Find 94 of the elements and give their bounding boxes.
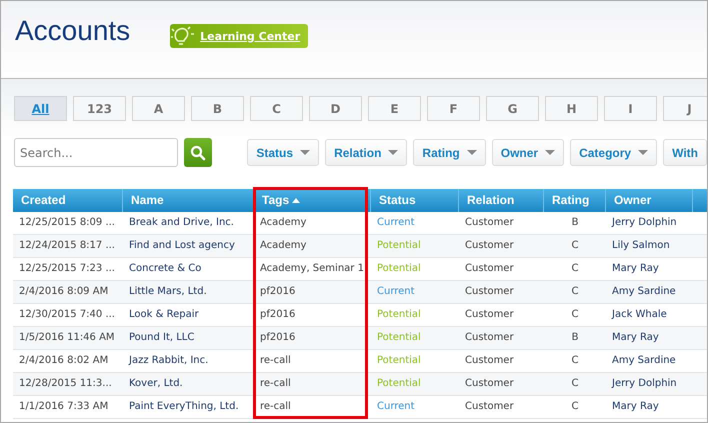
letter-tab[interactable]: B xyxy=(191,96,244,121)
table-cell-text: C xyxy=(570,285,580,299)
table-cell-text: B xyxy=(570,331,580,345)
table-cell-text: Potential xyxy=(376,377,422,391)
letter-tab[interactable]: C xyxy=(250,96,303,121)
table-cell-text: Customer xyxy=(464,262,515,276)
search-icon xyxy=(190,144,206,160)
column-header[interactable]: Status xyxy=(371,189,459,212)
table-cell-text: pf2016 xyxy=(259,285,296,299)
column-header[interactable]: Owner xyxy=(606,189,693,212)
table-cell-text: re-call xyxy=(259,354,292,368)
table-cell-text: Customer xyxy=(464,216,515,230)
table-cell-text: Mary Ray xyxy=(611,262,660,276)
table-cell-text: Academy, Seminar 1 xyxy=(259,262,365,276)
letter-tab[interactable]: J xyxy=(663,96,707,121)
table-cell-text: C xyxy=(570,400,580,414)
table-cell-text: 1/5/2016 11:46 AM xyxy=(18,331,116,345)
filter-dropdown[interactable]: With xyxy=(663,139,707,166)
table-cell-text: C xyxy=(570,308,580,322)
table-cell-text: Little Mars, Ltd. xyxy=(128,285,208,299)
letter-tab[interactable]: D xyxy=(309,96,362,121)
table-cell-text: C xyxy=(570,262,580,276)
page-title: Accounts xyxy=(15,15,130,47)
table-cell-text: Potential xyxy=(376,262,422,276)
table-cell-text: Potential xyxy=(376,308,422,322)
table-cell-text: Mary Ray xyxy=(611,331,660,345)
letter-tab[interactable]: 123 xyxy=(73,96,126,121)
table-cell-text: 2/4/2016 8:02 AM xyxy=(18,354,110,368)
letter-tab[interactable]: G xyxy=(486,96,539,121)
table-cell-text: C xyxy=(570,239,580,253)
column-header[interactable]: Relation xyxy=(459,189,544,212)
table-cell-text: re-call xyxy=(259,377,292,391)
table-cell-text: C xyxy=(570,354,580,368)
letter-tab[interactable]: A xyxy=(132,96,185,121)
table-cell-text: Amy Sardine xyxy=(611,285,677,299)
table-cell-text: Customer xyxy=(464,331,515,345)
table-cell-text: 2/4/2016 8:09 AM xyxy=(18,285,110,299)
table-cell-text: pf2016 xyxy=(259,331,296,345)
letter-tab[interactable]: All xyxy=(14,96,67,121)
table-cell-text: 12/30/2015 7:40 ... xyxy=(18,308,116,322)
letter-tab[interactable]: I xyxy=(604,96,657,121)
table-cell-text: 12/25/2015 7:23 ... xyxy=(18,262,116,276)
table-cell-text: Potential xyxy=(376,354,422,368)
table-cell-text: Academy xyxy=(259,216,308,230)
table-cell-text: Break and Drive, Inc. xyxy=(128,216,235,230)
table-cell-text: Mary Ray xyxy=(611,400,660,414)
learning-center-link[interactable]: Learning Center xyxy=(170,24,308,48)
letter-tab[interactable]: F xyxy=(427,96,480,121)
table-cell-text: Potential xyxy=(376,239,422,253)
table-cell-text: Amy Sardine xyxy=(611,354,677,368)
table-cell-text: re-call xyxy=(259,400,292,414)
table-cell-text: Jerry Dolphin xyxy=(610,216,678,230)
table-cell-text: Lily Salmon xyxy=(611,239,671,253)
table-cell-text: pf2016 xyxy=(259,308,296,322)
filter-dropdown[interactable]: Rating xyxy=(413,139,486,166)
table-cell-text: Customer xyxy=(464,354,515,368)
table-cell-text: Customer xyxy=(464,400,515,414)
table-cell-text: Current xyxy=(376,400,416,414)
table-cell-text: Kover, Ltd. xyxy=(128,377,184,391)
filter-dropdown[interactable]: Category xyxy=(570,139,658,166)
letter-tab[interactable]: H xyxy=(545,96,598,121)
search-button[interactable] xyxy=(184,138,212,167)
table-cell-text: 1/1/2016 7:33 AM xyxy=(18,400,110,414)
table-cell-text: Customer xyxy=(464,239,515,253)
letter-tab[interactable]: E xyxy=(368,96,421,121)
table-cell-text: Customer xyxy=(464,285,515,299)
table-cell-text: Jack Whale xyxy=(610,308,668,322)
table-cell-text: Potential xyxy=(376,331,422,345)
column-header[interactable]: Created xyxy=(13,189,123,212)
table-cell-text: Find and Lost agency xyxy=(128,239,236,253)
table-cell-text: Jerry Dolphin xyxy=(610,377,678,391)
table-cell-text: Jazz Rabbit, Inc. xyxy=(128,354,210,368)
table-cell-text: C xyxy=(570,377,580,391)
filter-dropdown[interactable]: Relation xyxy=(325,139,408,166)
table-cell-text: 12/24/2015 8:17 ... xyxy=(18,239,116,253)
filter-dropdown[interactable]: Status xyxy=(247,139,320,166)
lightbulb-icon xyxy=(170,25,196,47)
table-cell-text: 12/25/2015 8:09 ... xyxy=(18,216,116,230)
column-header[interactable]: Name xyxy=(123,189,254,212)
column-header[interactable]: Tags xyxy=(254,189,371,212)
table-cell-text: Current xyxy=(376,285,416,299)
table-cell-text: Customer xyxy=(464,308,515,322)
table-cell-text: Pound It, LLC xyxy=(128,331,196,345)
table-cell-text: Customer xyxy=(464,377,515,391)
table-cell-text: Concrete & Co xyxy=(128,262,202,276)
table-cell-text: 12/28/2015 11:3... xyxy=(18,377,113,391)
table-cell-text: Academy xyxy=(259,239,308,253)
search-field[interactable]: Search... xyxy=(14,138,178,167)
table-cell-text: Current xyxy=(376,216,416,230)
table-cell-text: Look & Repair xyxy=(128,308,200,322)
table-cell-text: Paint EveryThing, Ltd. xyxy=(128,400,240,414)
filter-dropdown[interactable]: Owner xyxy=(492,139,564,166)
column-header[interactable]: Rating xyxy=(544,189,606,212)
table-cell-text: B xyxy=(570,216,580,230)
